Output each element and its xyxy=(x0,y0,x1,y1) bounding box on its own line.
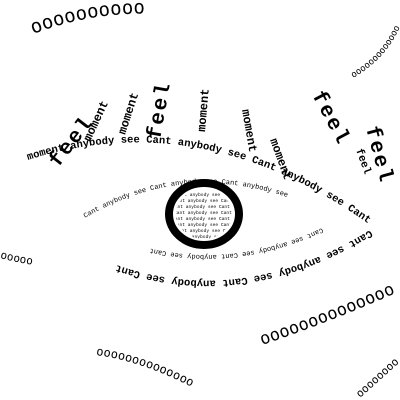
o-stream-top-left: oooooooooo xyxy=(27,0,145,39)
iris-text-line: Cant anybody see Cant anybody see Cant a… xyxy=(174,198,312,204)
eyelash-group: feel moment moment feel moment moment mo… xyxy=(45,80,396,187)
lash-word: feel xyxy=(144,80,177,142)
lash-word: moment xyxy=(115,91,142,136)
iris-text-fill: Cant anybody see Cant anybody see Cant a… xyxy=(174,192,314,239)
lower-lid-text: Cant see anybody see Cant anybody see Ca… xyxy=(114,227,374,289)
iris-text-line: Cant anybody see Cant anybody see Cant a… xyxy=(176,192,314,198)
eye-artwork: feel moment moment feel moment moment mo… xyxy=(0,0,400,400)
lash-word: moment xyxy=(238,108,259,153)
lash-word: moment xyxy=(195,88,213,132)
o-stream-bottom-corner: oooooooo xyxy=(353,355,400,400)
lash-word: feel xyxy=(306,87,354,149)
o-stream-bottom-middle: oooooooooooooo xyxy=(95,344,196,389)
iris-text-line: Cant anybody see Cant anybody see Cant a… xyxy=(176,228,314,234)
o-stream-bottom-right: oooooooooooooo xyxy=(257,279,398,349)
iris-text-line: Cant anybody see Cant anybody see Cant a… xyxy=(174,210,312,216)
iris-text-line: Cant anybody see Cant anybody see Cant a… xyxy=(174,222,312,228)
o-stream-top-right: ooooooooooooo xyxy=(349,24,400,81)
iris: Cant anybody see Cant anybody see Cant a… xyxy=(165,179,314,249)
o-stream-left: oooooooooooooo xyxy=(0,0,34,268)
